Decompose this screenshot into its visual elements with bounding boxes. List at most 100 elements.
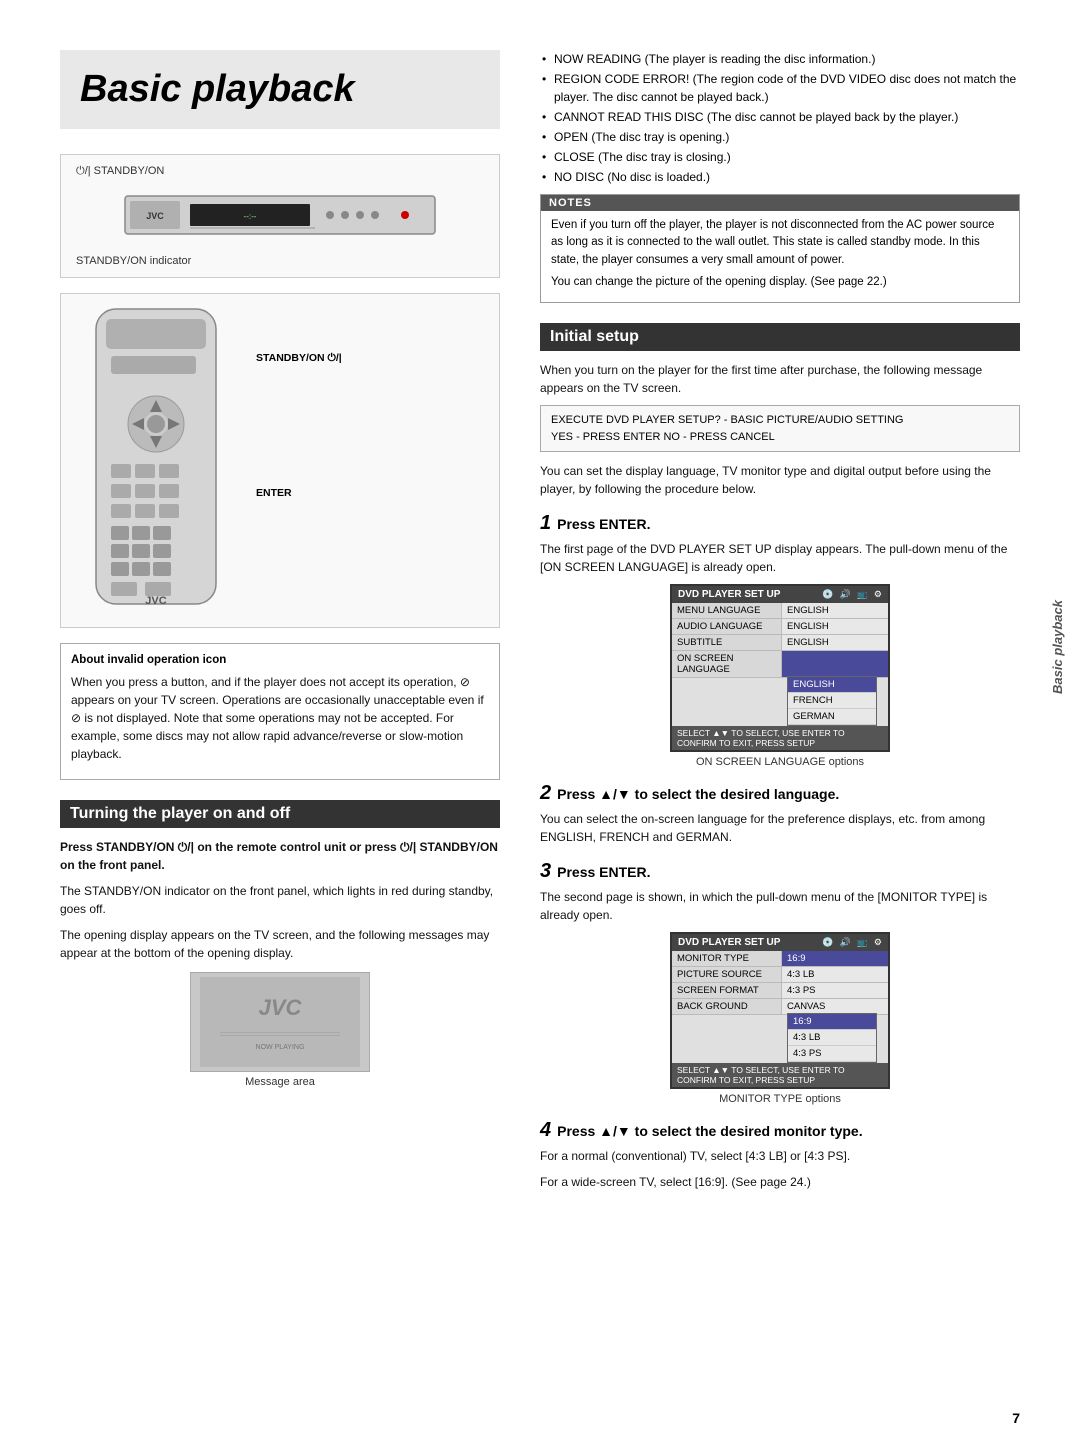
osd-cell-onscreen-value bbox=[782, 651, 888, 677]
enter-label: ENTER bbox=[256, 487, 342, 499]
osd-row-onscreen: ON SCREEN LANGUAGE bbox=[672, 651, 888, 678]
osd-dropdown-1: ENGLISH FRENCH GERMAN bbox=[787, 676, 877, 726]
notes-box: NOTES Even if you turn off the player, t… bbox=[540, 194, 1020, 303]
turning-body2: The opening display appears on the TV sc… bbox=[60, 926, 500, 962]
icon-audio-2: 🔊 bbox=[839, 937, 850, 948]
osd-footer-1: SELECT ▲▼ TO SELECT, USE ENTER TO CONFIR… bbox=[672, 726, 888, 750]
dropdown-item-43ps: 4:3 PS bbox=[788, 1046, 876, 1062]
initial-setup-header: Initial setup bbox=[540, 323, 1020, 351]
notes-item-1: Even if you turn off the player, the pla… bbox=[551, 217, 1009, 269]
device-front-panel: ⏻/| STANDBY/ON JVC --:-- bbox=[60, 154, 500, 278]
osd-dropdown-container-1: ENGLISH FRENCH GERMAN bbox=[672, 676, 888, 726]
step-3-body: The second page is shown, in which the p… bbox=[540, 888, 1020, 924]
icon-disc: 💿 bbox=[822, 589, 833, 600]
message-area-container: JVC NOW PLAYING Message area bbox=[60, 972, 500, 1088]
step-4-title: Press ▲/▼ to select the desired monitor … bbox=[557, 1123, 862, 1139]
step-2-body: You can select the on-screen language fo… bbox=[540, 810, 1020, 846]
page-title: Basic playback bbox=[60, 50, 500, 129]
osd-caption-2: MONITOR TYPE options bbox=[719, 1093, 841, 1105]
step-3-number: 3 bbox=[540, 860, 551, 883]
icon-settings-2: ⚙ bbox=[874, 937, 882, 948]
step-3-header: 3 Press ENTER. bbox=[540, 860, 1020, 883]
osd-cell-picture-label: PICTURE SOURCE bbox=[672, 967, 782, 982]
right-column: NOW READING (The player is reading the d… bbox=[540, 50, 1020, 1396]
osd-caption-1: ON SCREEN LANGUAGE options bbox=[696, 756, 864, 768]
step-2-header: 2 Press ▲/▼ to select the desired langua… bbox=[540, 782, 1020, 805]
osd-row-picture: PICTURE SOURCE 4:3 LB bbox=[672, 967, 888, 983]
osd-title-2: DVD PLAYER SET UP bbox=[678, 937, 780, 948]
dropdown-item-43lb: 4:3 LB bbox=[788, 1030, 876, 1046]
step-3-title: Press ENTER. bbox=[557, 864, 650, 880]
step-4-number: 4 bbox=[540, 1119, 551, 1142]
osd-cell-menu-lang-value: ENGLISH bbox=[782, 603, 888, 618]
invalid-op-body: When you press a button, and if the play… bbox=[71, 673, 489, 763]
osd-monitor-image: DVD PLAYER SET UP 💿 🔊 📺 ⚙ MONITOR TYPE 1… bbox=[540, 932, 1020, 1105]
remote-control-image: JVC STANDBY/ON ⏻/| ENTER bbox=[60, 293, 500, 628]
bullet-item-3: CANNOT READ THIS DISC (The disc cannot b… bbox=[540, 108, 1020, 126]
standby-label-top: ⏻/| STANDBY/ON bbox=[76, 165, 164, 178]
icon-video-2: 📺 bbox=[857, 937, 868, 948]
step-1-title: Press ENTER. bbox=[557, 516, 650, 532]
dropdown-item-german: GERMAN bbox=[788, 709, 876, 725]
screen-line1: EXECUTE DVD PLAYER SETUP? - BASIC PICTUR… bbox=[551, 412, 1009, 429]
step-2-title: Press ▲/▼ to select the desired language… bbox=[557, 786, 839, 802]
turning-bold-text: Press STANDBY/ON ⏻/| on the remote contr… bbox=[60, 840, 498, 872]
osd-footer-2: SELECT ▲▼ TO SELECT, USE ENTER TO CONFIR… bbox=[672, 1063, 888, 1087]
screen-line2: YES - PRESS ENTER NO - PRESS CANCEL bbox=[551, 429, 1009, 446]
step-2-number: 2 bbox=[540, 782, 551, 805]
svg-text:NOW PLAYING: NOW PLAYING bbox=[256, 1044, 305, 1051]
osd-cell-audio-lang-label: AUDIO LANGUAGE bbox=[672, 619, 782, 634]
invalid-operation-note: About invalid operation icon When you pr… bbox=[60, 643, 500, 780]
turning-body-bold: Press STANDBY/ON ⏻/| on the remote contr… bbox=[60, 838, 500, 874]
left-column: Basic playback ⏻/| STANDBY/ON JVC --:-- bbox=[60, 50, 500, 1396]
osd-icons-1: 💿 🔊 📺 ⚙ bbox=[822, 589, 882, 600]
bullet-item-5: CLOSE (The disc tray is closing.) bbox=[540, 148, 1020, 166]
notes-content: Even if you turn off the player, the pla… bbox=[541, 211, 1019, 302]
invalid-op-title: About invalid operation icon bbox=[71, 652, 489, 669]
icon-settings: ⚙ bbox=[874, 589, 882, 600]
initial-setup-body2: You can set the display language, TV mon… bbox=[540, 462, 1020, 498]
turning-body1: The STANDBY/ON indicator on the front pa… bbox=[60, 882, 500, 918]
osd-cell-screen-label: SCREEN FORMAT bbox=[672, 983, 782, 998]
standby-indicator-label: STANDBY/ON indicator bbox=[76, 255, 191, 267]
osd-row-subtitle: SUBTITLE ENGLISH bbox=[672, 635, 888, 651]
turning-section-header: Turning the player on and off bbox=[60, 800, 500, 828]
osd-dropdown-2: 16:9 4:3 LB 4:3 PS bbox=[787, 1013, 877, 1063]
icon-disc-2: 💿 bbox=[822, 937, 833, 948]
bullet-item-6: NO DISC (No disc is loaded.) bbox=[540, 168, 1020, 186]
dropdown-item-169: 16:9 bbox=[788, 1014, 876, 1030]
bullet-item-1: NOW READING (The player is reading the d… bbox=[540, 50, 1020, 68]
osd-cell-onscreen-label: ON SCREEN LANGUAGE bbox=[672, 651, 782, 677]
svg-text:JVC: JVC bbox=[259, 995, 303, 1020]
osd-cell-bg-label: BACK GROUND bbox=[672, 999, 782, 1014]
osd-row-screen: SCREEN FORMAT 4:3 PS bbox=[672, 983, 888, 999]
page-number: 7 bbox=[1012, 1410, 1020, 1426]
svg-text:JVC: JVC bbox=[145, 595, 166, 607]
side-label: Basic playback bbox=[1050, 600, 1065, 694]
step-1-body: The first page of the DVD PLAYER SET UP … bbox=[540, 540, 1020, 576]
icon-video: 📺 bbox=[857, 589, 868, 600]
osd-table-header-2: DVD PLAYER SET UP 💿 🔊 📺 ⚙ bbox=[672, 934, 888, 951]
step-1-header: 1 Press ENTER. bbox=[540, 512, 1020, 535]
dropdown-item-french: FRENCH bbox=[788, 693, 876, 709]
icon-audio: 🔊 bbox=[839, 589, 850, 600]
messages-list: NOW READING (The player is reading the d… bbox=[540, 50, 1020, 186]
message-area-caption: Message area bbox=[245, 1076, 315, 1088]
osd-row-menu: MENU LANGUAGE ENGLISH bbox=[672, 603, 888, 619]
bullet-item-4: OPEN (The disc tray is opening.) bbox=[540, 128, 1020, 146]
osd-row-monitor: MONITOR TYPE 16:9 bbox=[672, 951, 888, 967]
osd-cell-monitor-value: 16:9 bbox=[782, 951, 888, 966]
osd-icons-2: 💿 🔊 📺 ⚙ bbox=[822, 937, 882, 948]
osd-cell-bg-value: CANVAS bbox=[782, 999, 888, 1014]
step-1-number: 1 bbox=[540, 512, 551, 535]
remote-labels: STANDBY/ON ⏻/| ENTER bbox=[256, 304, 342, 499]
osd-cell-monitor-label: MONITOR TYPE bbox=[672, 951, 782, 966]
osd-cell-subtitle-value: ENGLISH bbox=[782, 635, 888, 650]
dropdown-item-english: ENGLISH bbox=[788, 677, 876, 693]
notes-header: NOTES bbox=[541, 195, 1019, 211]
bullet-item-2: REGION CODE ERROR! (The region code of t… bbox=[540, 70, 1020, 106]
svg-text:JVC: JVC bbox=[146, 211, 164, 221]
osd-cell-subtitle-label: SUBTITLE bbox=[672, 635, 782, 650]
remote-svg: JVC bbox=[71, 304, 241, 617]
osd-title-1: DVD PLAYER SET UP bbox=[678, 589, 780, 600]
